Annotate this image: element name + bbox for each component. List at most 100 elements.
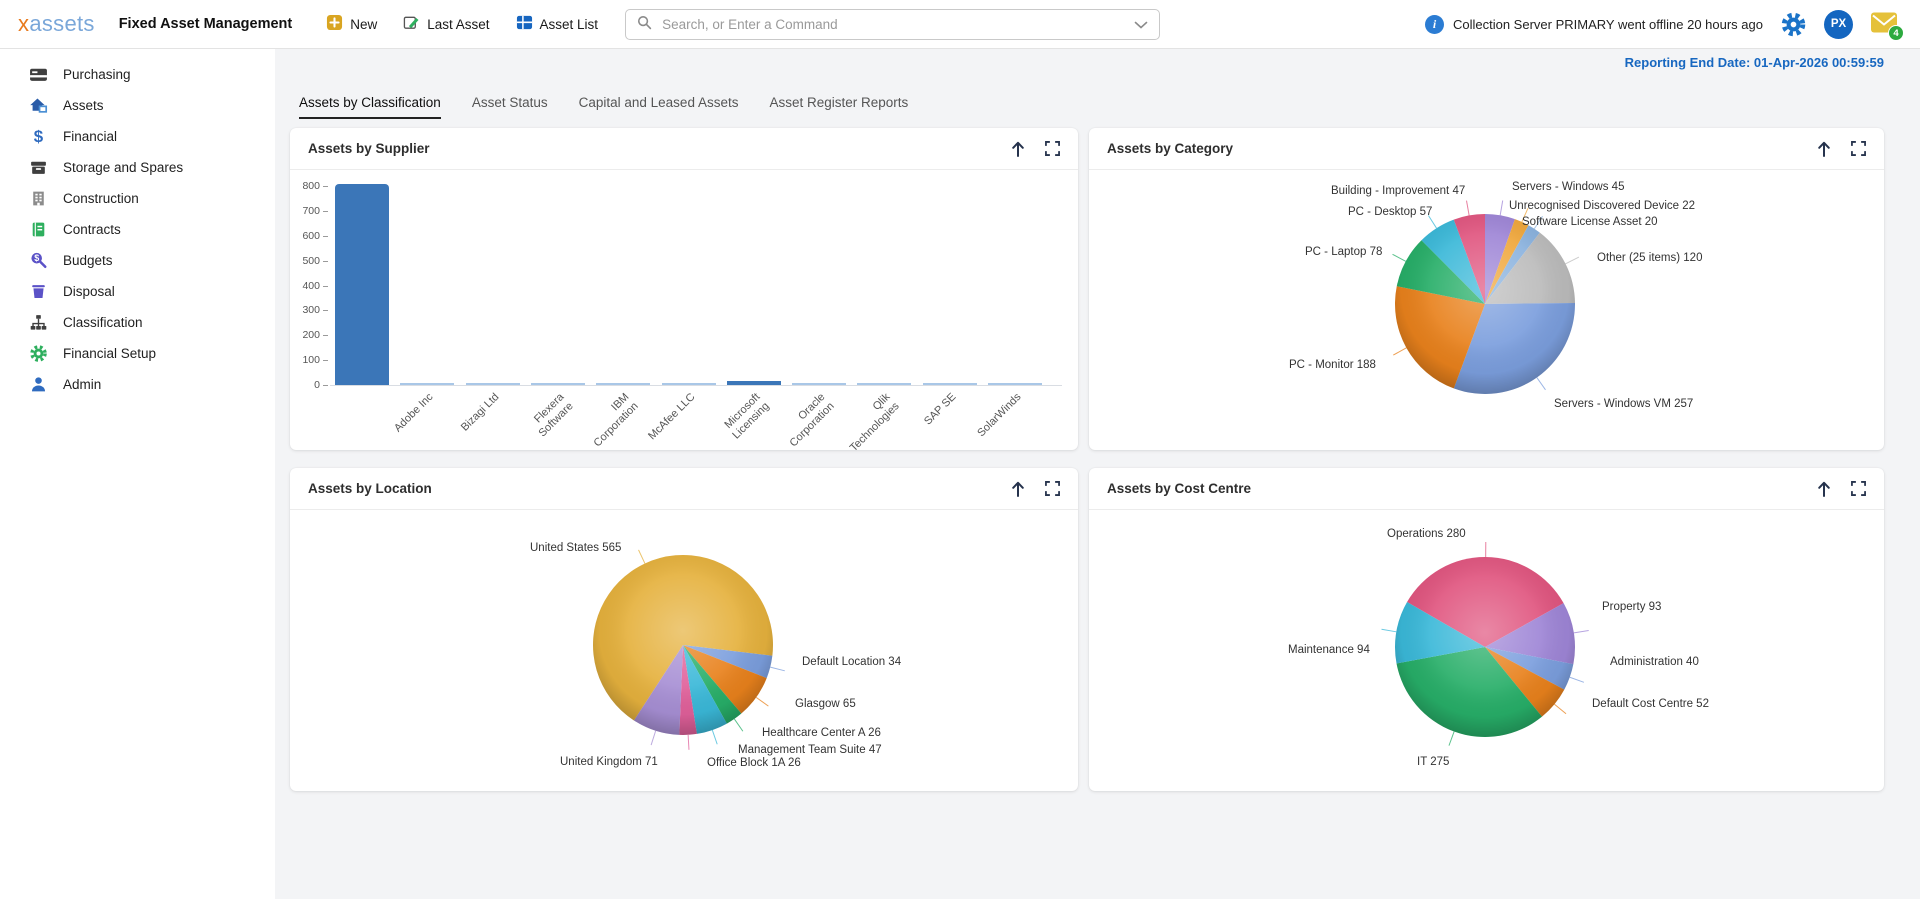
budget-search-icon: $ [29,251,48,270]
bar-unlabeled [335,184,389,385]
new-button[interactable]: New [326,14,377,34]
pie-leader-line [770,667,785,671]
sidebar-item-label: Classification [63,315,143,330]
sidebar-item-assets[interactable]: Assets [0,90,275,121]
y-tick-label: 500 [290,255,320,267]
pie-label-administration: Administration 40 [1610,656,1699,668]
sidebar-item-budgets[interactable]: $Budgets [0,245,275,276]
pie-label-software-license-asset: Software License Asset 20 [1522,216,1658,228]
pie-leader-line [1449,732,1454,746]
pie-label-pc-laptop: PC - Laptop 78 [1305,246,1382,258]
storage-box-icon [29,158,48,177]
last-asset-button[interactable]: Last Asset [403,14,489,34]
pie-label-other-25-items: Other (25 items) 120 [1597,252,1702,264]
location-pie-chart: United States 565Default Location 34Glas… [290,510,1078,791]
toolbar-actions: New Last Asset Asset List [326,14,598,34]
logo-rest: assets [29,11,94,36]
top-bar: xassets Fixed Asset Management New Last … [0,0,1920,49]
y-tick-mark [323,360,328,361]
new-button-label: New [350,17,377,32]
y-tick-mark [323,310,328,311]
card-title: Assets by Location [308,481,432,496]
card-assets-by-supplier: Assets by Supplier 010020030040050060070… [290,128,1078,450]
y-tick-label: 300 [290,304,320,316]
tab-assets-by-classification[interactable]: Assets by Classification [299,95,441,119]
assets-by-location-pie [290,510,1078,791]
settings-gear-icon[interactable] [1780,11,1807,38]
info-icon: i [1425,15,1444,34]
export-icon[interactable] [1816,140,1832,158]
svg-text:$: $ [34,253,39,263]
sidebar-item-purchasing[interactable]: Purchasing [0,59,275,90]
tab-asset-register-reports[interactable]: Asset Register Reports [769,95,908,119]
search-input[interactable] [660,16,1126,33]
server-alert-text: Collection Server PRIMARY went offline 2… [1453,17,1763,32]
pie-leader-line [1554,704,1566,714]
mail-badge: 4 [1888,25,1904,41]
pie-label-it: IT 275 [1417,756,1449,768]
expand-icon[interactable] [1851,481,1866,496]
export-icon[interactable] [1816,480,1832,498]
pie-label-united-states: United States 565 [530,542,621,554]
user-avatar[interactable]: PX [1824,10,1853,39]
pie-label-default-cost-centre: Default Cost Centre 52 [1592,698,1709,710]
sidebar-item-construction[interactable]: Construction [0,183,275,214]
xassets-logo[interactable]: xassets [18,11,95,37]
sidebar-item-classification[interactable]: Classification [0,307,275,338]
expand-icon[interactable] [1045,141,1060,156]
cost-centre-pie-chart: Operations 280Property 93Administration … [1089,510,1884,791]
sidebar-item-label: Storage and Spares [63,160,183,175]
sidebar-item-financial-setup[interactable]: Financial Setup [0,338,275,369]
card-header: Assets by Cost Centre [1089,468,1884,510]
bottom-strip [0,899,1920,911]
y-tick-mark [323,385,328,386]
x-axis-line [330,385,1062,386]
edit-icon [403,14,420,34]
sidebar-item-label: Contracts [63,222,121,237]
pie-label-healthcare-center-a: Healthcare Center A 26 [762,727,881,739]
bar-bizagi-ltd [466,383,520,385]
card-header: Assets by Location [290,468,1078,510]
y-tick-label: 200 [290,329,320,341]
y-tick-mark [323,186,328,187]
bar-adobe-inc [400,383,454,385]
bar-oracle-corporation [792,383,846,385]
table-icon [516,14,533,34]
card-assets-by-location: Assets by Location United States 565Defa… [290,468,1078,791]
sidebar: PurchasingAssets$Financial Storage and Sp… [0,49,275,911]
tab-asset-status[interactable]: Asset Status [472,95,548,119]
card-header: Assets by Category [1089,128,1884,170]
pie-leader-line [734,719,743,731]
pie-leader-line [712,730,717,744]
sidebar-item-admin[interactable]: Admin [0,369,275,400]
pie-leader-line [639,550,645,564]
card-title: Assets by Cost Centre [1107,481,1251,496]
y-tick-mark [323,286,328,287]
card-title: Assets by Supplier [308,141,430,156]
chevron-down-icon[interactable] [1134,17,1148,32]
y-tick-label: 0 [290,379,320,391]
pie-label-united-kingdom: United Kingdom 71 [560,756,658,768]
pie-leader-line [1574,630,1589,632]
pie-leader-line [1566,257,1579,264]
y-tick-label: 800 [290,180,320,192]
messages-button[interactable]: 4 [1870,12,1898,36]
sidebar-item-storage-and-spares[interactable]: Storage and Spares [0,152,275,183]
pie-label-property: Property 93 [1602,601,1661,613]
y-tick-label: 100 [290,354,320,366]
sidebar-item-disposal[interactable]: Disposal [0,276,275,307]
expand-icon[interactable] [1045,481,1060,496]
pie-leader-line [1393,254,1406,261]
sidebar-item-contracts[interactable]: Contracts [0,214,275,245]
pie-leader-line [1467,201,1470,216]
y-tick-mark [323,261,328,262]
export-icon[interactable] [1010,480,1026,498]
tab-capital-and-leased-assets[interactable]: Capital and Leased Assets [579,95,739,119]
pie-leader-line [1570,677,1584,682]
pie-leader-line [1500,201,1503,216]
expand-icon[interactable] [1851,141,1866,156]
export-icon[interactable] [1010,140,1026,158]
bar-qlik-technologies [857,383,911,385]
asset-list-button[interactable]: Asset List [516,14,599,34]
sidebar-item-financial[interactable]: $Financial [0,121,275,152]
